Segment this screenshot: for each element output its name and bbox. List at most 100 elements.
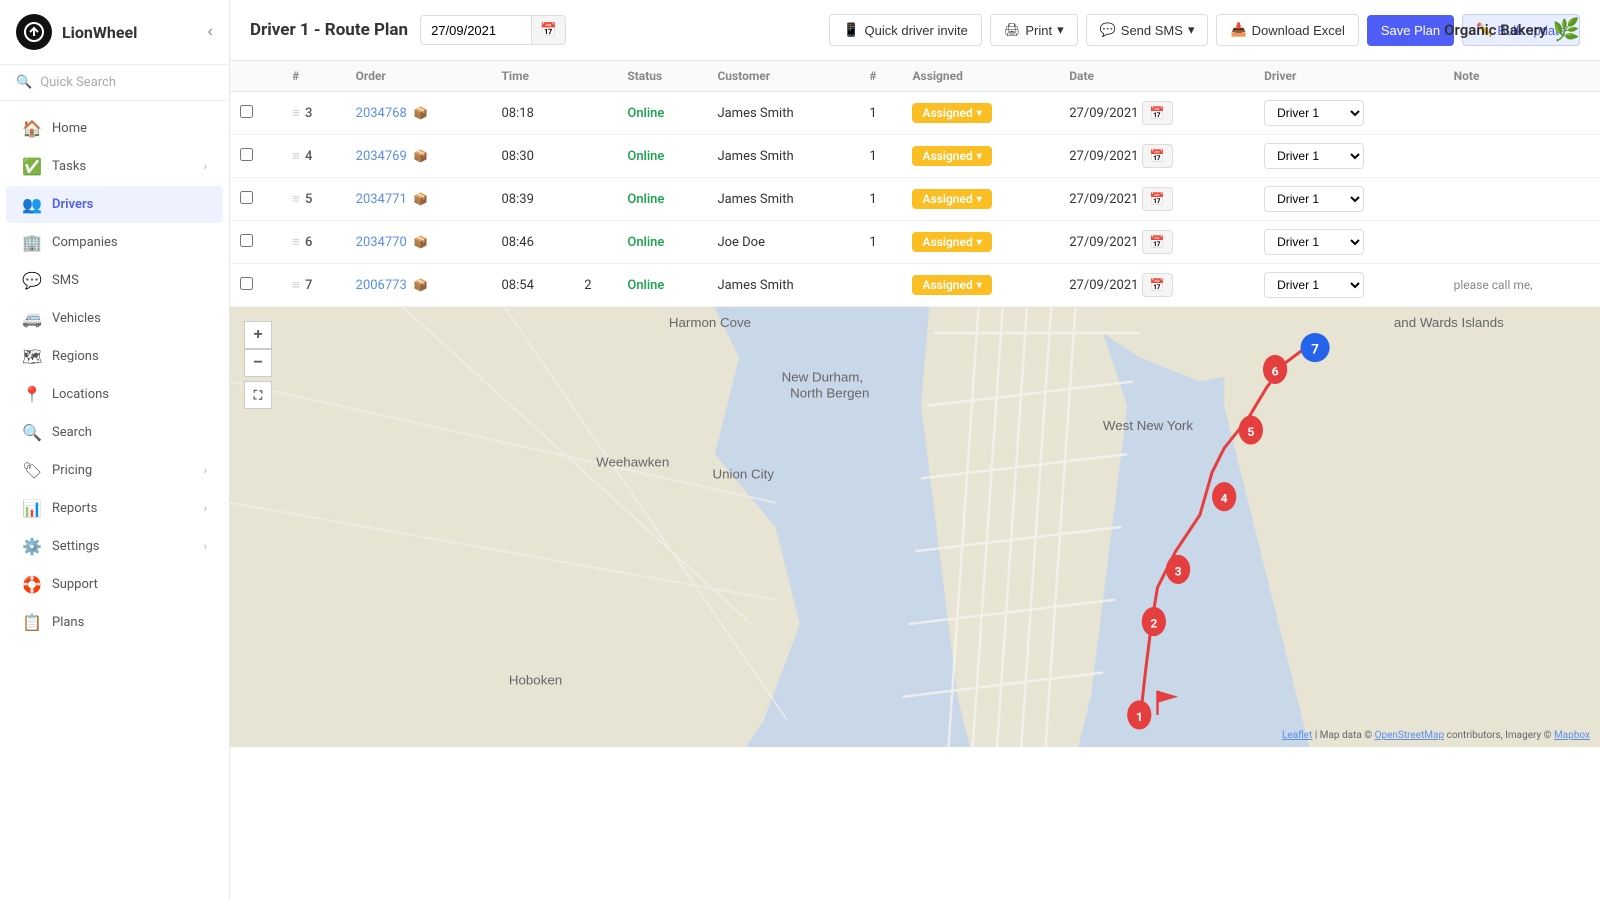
- row-time-3: 08:46: [492, 221, 575, 264]
- row-packages-0: [574, 92, 617, 135]
- order-link-4[interactable]: 2006773: [356, 278, 407, 293]
- badge-arrow-4: ▾: [977, 280, 982, 291]
- driver-select-3[interactable]: Driver 1: [1264, 229, 1364, 255]
- svg-text:and Wards Islands: and Wards Islands: [1394, 315, 1504, 330]
- drag-handle-3[interactable]: ≡: [292, 235, 300, 250]
- leaflet-link[interactable]: Leaflet: [1282, 730, 1312, 741]
- package-icon-1: 📦: [413, 149, 428, 163]
- col-customer: Customer: [707, 61, 859, 92]
- row-checkbox-3[interactable]: [240, 234, 253, 247]
- sidebar-label-sms: SMS: [52, 273, 207, 288]
- row-time-1: 08:30: [492, 135, 575, 178]
- row-status-1: Online: [617, 135, 707, 178]
- row-status-3: Online: [617, 221, 707, 264]
- row-checkbox-0[interactable]: [240, 105, 253, 118]
- vehicles-icon: 🚐: [22, 309, 42, 328]
- badge-arrow-3: ▾: [977, 237, 982, 248]
- row-cal-btn-4[interactable]: 📅: [1142, 273, 1173, 297]
- row-note-3: [1444, 221, 1600, 264]
- sidebar-item-sms[interactable]: 💬 SMS: [6, 262, 223, 299]
- row-checkbox-2[interactable]: [240, 191, 253, 204]
- row-num-1: ≡ 4: [282, 135, 346, 178]
- row-cal-btn-0[interactable]: 📅: [1142, 101, 1173, 125]
- sidebar-search-area[interactable]: 🔍 Quick Search: [0, 65, 229, 101]
- row-driver-3: Driver 1: [1254, 221, 1444, 264]
- sidebar-item-support[interactable]: 🛟 Support: [6, 566, 223, 603]
- sidebar-item-drivers[interactable]: 👥 Drivers: [6, 186, 223, 223]
- row-order-id-3: 2034770 📦: [346, 221, 492, 264]
- sidebar-item-reports[interactable]: 📊 Reports ›: [6, 490, 223, 527]
- row-note-4: please call me,: [1444, 264, 1600, 307]
- assigned-badge-4[interactable]: Assigned ▾: [912, 275, 991, 295]
- row-status-0: Online: [617, 92, 707, 135]
- sidebar-label-support: Support: [52, 577, 207, 592]
- row-cal-btn-2[interactable]: 📅: [1142, 187, 1173, 211]
- assigned-badge-1[interactable]: Assigned ▾: [912, 146, 991, 166]
- sidebar-item-search[interactable]: 🔍 Search: [6, 414, 223, 451]
- order-link-3[interactable]: 2034770: [356, 235, 407, 250]
- svg-text:3: 3: [1175, 564, 1182, 578]
- assigned-badge-3[interactable]: Assigned ▾: [912, 232, 991, 252]
- send-sms-button[interactable]: 💬 Send SMS ▾: [1086, 14, 1209, 46]
- table-row: ≡ 3 2034768 📦 08:18 Online James Smith 1…: [230, 92, 1600, 135]
- svg-text:New Durham,: New Durham,: [782, 370, 863, 385]
- row-assigned-1: Assigned ▾: [902, 135, 1059, 178]
- search-label: Quick Search: [40, 75, 116, 90]
- svg-text:West New York: West New York: [1103, 418, 1193, 433]
- sidebar-item-companies[interactable]: 🏢 Companies: [6, 224, 223, 261]
- nav-arrow-pricing: ›: [204, 464, 207, 477]
- print-button[interactable]: 🖨 Print ▾: [990, 14, 1078, 46]
- assigned-badge-2[interactable]: Assigned ▾: [912, 189, 991, 209]
- row-cal-btn-3[interactable]: 📅: [1142, 230, 1173, 254]
- drag-handle-1[interactable]: ≡: [292, 149, 300, 164]
- driver-select-4[interactable]: Driver 1: [1264, 272, 1364, 298]
- nav-arrow-reports: ›: [204, 502, 207, 515]
- save-plan-button[interactable]: Save Plan: [1367, 15, 1454, 46]
- sidebar-item-settings[interactable]: ⚙️ Settings ›: [6, 528, 223, 565]
- sidebar: LionWheel ‹ 🔍 Quick Search 🏠 Home ✅ Task…: [0, 0, 230, 900]
- driver-select-1[interactable]: Driver 1: [1264, 143, 1364, 169]
- drag-handle-0[interactable]: ≡: [292, 106, 300, 121]
- expand-map-button[interactable]: ⛶: [244, 381, 272, 409]
- assigned-badge-0[interactable]: Assigned ▾: [912, 103, 991, 123]
- package-icon-2: 📦: [413, 192, 428, 206]
- driver-select-2[interactable]: Driver 1: [1264, 186, 1364, 212]
- order-link-1[interactable]: 2034769: [356, 149, 407, 164]
- driver-select-0[interactable]: Driver 1: [1264, 100, 1364, 126]
- search-icon: 🔍: [16, 75, 32, 90]
- content-area: # Order Time Status Customer # Assigned …: [230, 61, 1600, 900]
- sidebar-item-pricing[interactable]: 🏷 Pricing ›: [6, 452, 223, 489]
- row-checkbox-1[interactable]: [240, 148, 253, 161]
- order-link-2[interactable]: 2034771: [356, 192, 407, 207]
- sidebar-item-plans[interactable]: 📋 Plans: [6, 604, 223, 641]
- col-checkbox: [230, 61, 282, 92]
- drag-handle-4[interactable]: ≡: [292, 278, 300, 293]
- order-link-0[interactable]: 2034768: [356, 106, 407, 121]
- support-icon: 🛟: [22, 575, 42, 594]
- sidebar-item-home[interactable]: 🏠 Home: [6, 110, 223, 147]
- quick-driver-invite-button[interactable]: 📱 Quick driver invite: [829, 14, 982, 46]
- sidebar-item-tasks[interactable]: ✅ Tasks ›: [6, 148, 223, 185]
- sms-arrow-icon: ▾: [1188, 22, 1195, 38]
- sidebar-collapse-button[interactable]: ‹: [208, 23, 213, 41]
- zoom-out-button[interactable]: −: [244, 349, 272, 377]
- row-cal-btn-1[interactable]: 📅: [1142, 144, 1173, 168]
- calendar-button[interactable]: 📅: [531, 16, 565, 44]
- sidebar-item-locations[interactable]: 📍 Locations: [6, 376, 223, 413]
- mapbox-link[interactable]: Mapbox: [1554, 730, 1590, 741]
- date-input[interactable]: [421, 17, 531, 44]
- row-checkbox-4[interactable]: [240, 277, 253, 290]
- sidebar-item-regions[interactable]: 🗺 Regions: [6, 338, 223, 375]
- svg-text:4: 4: [1221, 492, 1228, 506]
- col-date: Date: [1059, 61, 1254, 92]
- svg-text:Weehawken: Weehawken: [596, 454, 669, 469]
- download-excel-button[interactable]: 📥 Download Excel: [1216, 14, 1358, 46]
- nav-arrow-settings: ›: [204, 540, 207, 553]
- drag-handle-2[interactable]: ≡: [292, 192, 300, 207]
- col-note: Note: [1444, 61, 1600, 92]
- osm-link[interactable]: OpenStreetMap: [1375, 730, 1445, 741]
- sidebar-item-vehicles[interactable]: 🚐 Vehicles: [6, 300, 223, 337]
- zoom-in-button[interactable]: +: [244, 321, 272, 349]
- svg-text:North Bergen: North Bergen: [790, 385, 869, 400]
- sidebar-label-regions: Regions: [52, 349, 207, 364]
